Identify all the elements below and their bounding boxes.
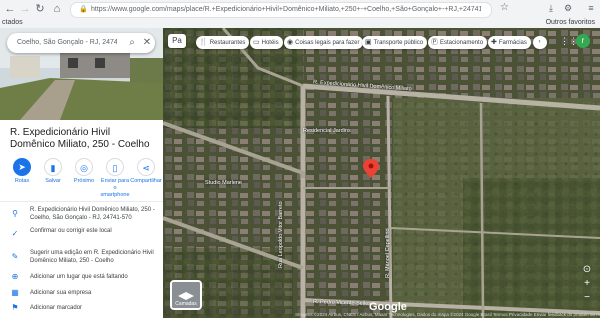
confirm-location-row[interactable]: ✓ Confirmar ou corrigir este local bbox=[0, 227, 163, 245]
chip-things-to-do[interactable]: ◉ Coisas legais para fazer bbox=[284, 36, 364, 49]
bookmark-icon: ▮ bbox=[44, 158, 62, 176]
other-bookmarks[interactable]: Outros favoritos bbox=[546, 18, 595, 28]
street-label-vertical-1: Rua Leopoldo Vitor Barreto bbox=[278, 201, 284, 268]
chip-label: Hotéis bbox=[261, 40, 279, 46]
home-icon[interactable]: ⌂ bbox=[50, 2, 64, 16]
chip-label: Estacionamento bbox=[440, 40, 484, 46]
add-place-text: Adicionar um lugar que está faltando bbox=[30, 274, 128, 280]
chip-label: Farmácias bbox=[498, 40, 527, 46]
avatar[interactable]: r bbox=[576, 34, 590, 48]
location-pin-icon: ⚲ bbox=[12, 209, 18, 218]
chip-restaurants[interactable]: 🍴 Restaurantes bbox=[196, 36, 250, 49]
add-place-icon: ⊕ bbox=[11, 272, 19, 281]
add-business-text: Adicionar sua empresa bbox=[30, 290, 92, 296]
add-business-row[interactable]: ▦ Adicionar sua empresa bbox=[0, 287, 163, 299]
share-button[interactable]: ⋖ Compartilhar bbox=[130, 158, 162, 185]
extensions-icon[interactable]: ⚙ bbox=[563, 3, 573, 13]
share-icon: ⋖ bbox=[137, 158, 155, 176]
send-to-phone-button[interactable]: ▯ Enviar para o smartphone bbox=[99, 158, 131, 199]
bookmarks-bar: ctados Outros favoritos bbox=[0, 18, 600, 28]
nearby-icon: ◎ bbox=[75, 158, 93, 176]
directions-icon: ➤ bbox=[13, 158, 31, 176]
save-button[interactable]: ▮ Salvar bbox=[37, 158, 69, 185]
zoom-in-button[interactable]: + bbox=[580, 277, 594, 290]
layers-label: Camadas bbox=[175, 301, 197, 307]
share-label: Compartilhar bbox=[130, 178, 162, 184]
camera-icon: ◉ bbox=[287, 39, 294, 46]
directions-button[interactable]: ➤ Rotas bbox=[6, 158, 38, 185]
reload-icon[interactable]: ↻ bbox=[33, 2, 47, 16]
chip-pharmacies[interactable]: ✚ Farmácias bbox=[488, 36, 531, 49]
pharmacy-icon: ✚ bbox=[491, 39, 497, 46]
bookmarks-left[interactable]: ctados bbox=[2, 18, 23, 28]
browser-toolbar: ← → ↻ ⌂ 🔒 https://www.google.com/maps/pl… bbox=[0, 0, 600, 19]
suggest-edit-row[interactable]: ✎ Sugerir uma edição em R. Expedicionári… bbox=[0, 249, 163, 267]
add-place-row[interactable]: ⊕ Adicionar um lugar que está faltando bbox=[0, 271, 163, 283]
apps-grid-icon[interactable]: ⋮⋮ bbox=[560, 36, 578, 46]
divider bbox=[0, 201, 163, 202]
bookmark-star-icon[interactable]: ☆ bbox=[500, 2, 509, 13]
add-label-row[interactable]: ⚑ Adicionar marcador bbox=[0, 302, 163, 314]
edit-icon: ✎ bbox=[11, 252, 19, 261]
action-buttons: ➤ Rotas ▮ Salvar ◎ Próximo ▯ Enviar para… bbox=[4, 158, 163, 200]
chip-label: Coisas legais para fazer bbox=[295, 40, 360, 46]
search-input[interactable]: Coelho, São Gonçalo - RJ, 24741-570 bbox=[17, 33, 117, 53]
business-icon: ▦ bbox=[11, 288, 19, 297]
satellite-map[interactable]: R. Expedicionário Hivil Domênico Miliato… bbox=[163, 28, 600, 318]
lock-icon: 🔒 bbox=[79, 6, 88, 13]
back-icon[interactable]: ← bbox=[3, 2, 17, 16]
close-icon[interactable]: ✕ bbox=[141, 37, 153, 49]
label-icon: ⚑ bbox=[11, 303, 19, 312]
place-sidebar: Coelho, São Gonçalo - RJ, 24741-570 ⌕ ✕ … bbox=[0, 28, 163, 318]
confirm-location-text: Confirmar ou corrigir este local bbox=[30, 228, 112, 234]
nearby-label: Próximo bbox=[73, 178, 95, 184]
chip-label: Transporte público bbox=[373, 40, 424, 46]
collapse-panel-button[interactable]: Pa bbox=[168, 34, 186, 48]
send-to-phone-label: Enviar para o smartphone bbox=[100, 178, 130, 198]
restaurant-icon: 🍴 bbox=[199, 39, 208, 46]
chip-transit[interactable]: ▣ Transporte público bbox=[362, 36, 428, 49]
send-to-phone-icon: ▯ bbox=[106, 158, 124, 176]
chip-label: Restaurantes bbox=[209, 40, 246, 46]
directions-label: Rotas bbox=[14, 178, 30, 184]
street-label-vertical-2: R. Manoel Capellino bbox=[385, 228, 391, 278]
address-text: R. Expedicionário Hivil Domênico Miliato… bbox=[30, 207, 155, 221]
address-bar[interactable]: 🔒 https://www.google.com/maps/place/R.+E… bbox=[70, 2, 492, 18]
poi-label-1[interactable]: Residencial Jardins bbox=[303, 128, 351, 134]
forward-icon[interactable]: → bbox=[18, 2, 32, 16]
hotel-icon: ▭ bbox=[253, 39, 260, 46]
search-box[interactable]: Coelho, São Gonçalo - RJ, 24741-570 ⌕ ✕ bbox=[7, 33, 155, 53]
place-title: R. Expedicionário Hivil Domênico Miliato… bbox=[10, 127, 150, 150]
address-row[interactable]: ⚲ R. Expedicionário Hivil Domênico Milia… bbox=[0, 206, 163, 224]
transit-icon: ▣ bbox=[365, 39, 372, 46]
chips-next-button[interactable]: › bbox=[533, 36, 547, 49]
zoom-out-button[interactable]: − bbox=[580, 291, 594, 304]
map-imagery bbox=[163, 28, 600, 318]
map-attribution[interactable]: Imagens ©2024 Airbus, CNES / Airbus, Max… bbox=[240, 311, 600, 318]
save-label: Salvar bbox=[45, 178, 61, 184]
url-text[interactable]: https://www.google.com/maps/place/R.+Exp… bbox=[91, 4, 481, 16]
chip-parking[interactable]: Ⓟ Estacionamento bbox=[428, 36, 488, 49]
locate-me-icon[interactable]: ⊙ bbox=[580, 263, 594, 276]
search-icon[interactable]: ⌕ bbox=[126, 37, 138, 49]
download-icon[interactable]: ⤓ bbox=[546, 3, 556, 13]
menu-icon[interactable]: ≡ bbox=[586, 3, 596, 13]
zoom-controls: ⊙ + − bbox=[580, 263, 594, 307]
add-label-text: Adicionar marcador bbox=[30, 305, 83, 311]
suggest-edit-text: Sugerir uma edição em R. Expedicionário … bbox=[30, 250, 154, 264]
chevron-right-icon: › bbox=[538, 39, 541, 45]
parking-icon: Ⓟ bbox=[431, 39, 438, 46]
verified-icon: ✓ bbox=[11, 229, 19, 238]
chip-hotels[interactable]: ▭ Hotéis bbox=[250, 36, 283, 49]
nearby-button[interactable]: ◎ Próximo bbox=[68, 158, 100, 185]
layers-button[interactable]: Camadas bbox=[170, 280, 202, 310]
poi-label-2[interactable]: Studio Marlene bbox=[205, 180, 242, 186]
